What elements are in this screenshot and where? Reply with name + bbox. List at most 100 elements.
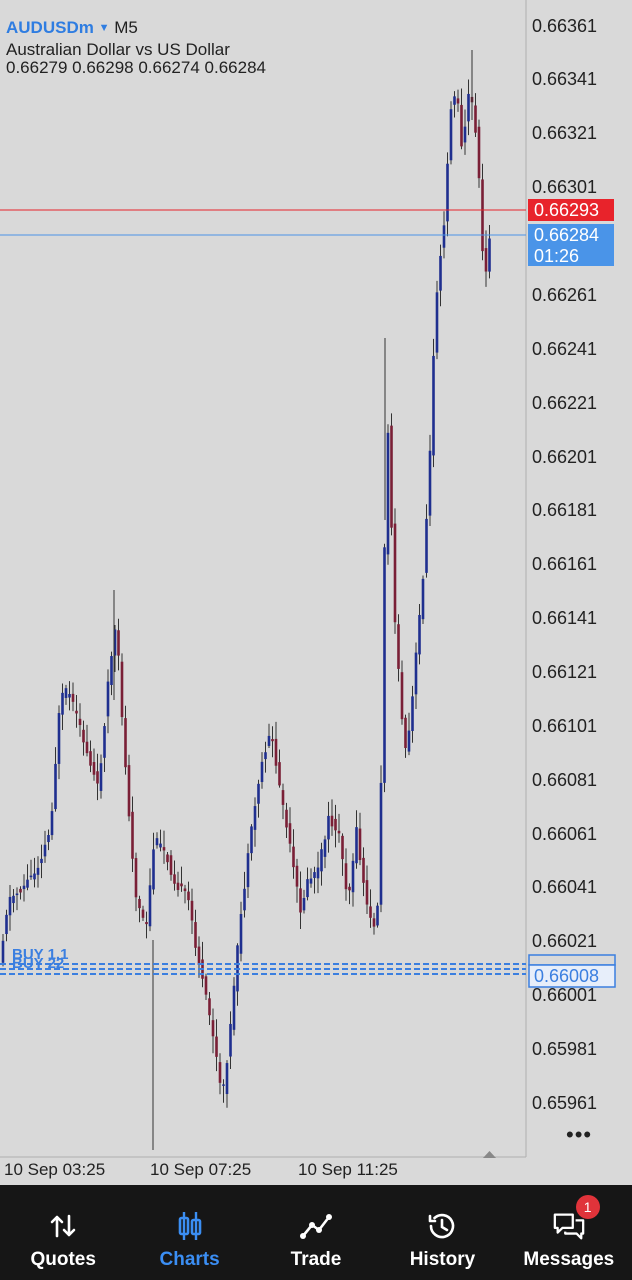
symbol-header[interactable]: AUDUSDm ▼ M5 [6, 18, 138, 38]
chart-shift-marker-icon[interactable] [483, 1151, 496, 1158]
candle-body [488, 238, 491, 272]
candle-body [446, 163, 449, 222]
charts-icon [173, 1209, 207, 1243]
chart-area[interactable]: BUY 1.1 BUY 22 0.66293 0.66284 01:26 0.6… [0, 0, 632, 1185]
candle-body [383, 547, 386, 783]
candle-body [148, 885, 152, 927]
candle-body [432, 355, 435, 456]
candle-body [75, 710, 78, 714]
nav-charts[interactable]: Charts [126, 1185, 252, 1280]
candle-body [82, 729, 85, 743]
candle-body [208, 998, 211, 1016]
candle-body [428, 450, 432, 516]
candle-body [474, 105, 477, 133]
candle-body [218, 1062, 222, 1083]
candle-body [292, 846, 295, 868]
candle-body [299, 888, 302, 913]
candle-body [341, 835, 344, 860]
candle-body [145, 922, 148, 925]
candle-body [152, 849, 155, 890]
more-options-icon[interactable]: ••• [566, 1122, 592, 1148]
candle-body [253, 806, 257, 830]
candle-body [64, 688, 68, 698]
candle-body [257, 783, 260, 804]
candle-body [379, 782, 383, 905]
candle-body [117, 630, 120, 656]
candle-body [159, 843, 162, 848]
candle-body [271, 739, 274, 742]
candle-body [232, 985, 236, 1030]
trade-icon [299, 1209, 333, 1243]
candle-body [12, 895, 15, 904]
candle-body [43, 844, 47, 857]
candle-body [15, 893, 19, 896]
price-axis-label: 0.66121 [532, 662, 598, 682]
candle-body [61, 692, 64, 715]
timeframe-label[interactable]: M5 [114, 18, 138, 37]
candle-body [22, 885, 26, 890]
candle-body [316, 867, 320, 879]
candle-body [131, 811, 134, 859]
candle-body [211, 1020, 215, 1037]
price-axis-label: 0.66161 [532, 554, 598, 574]
position-label[interactable]: BUY 22 [12, 955, 64, 972]
price-axis-label: 0.66221 [532, 393, 598, 413]
candle-body [68, 694, 71, 698]
candle-body [481, 179, 484, 252]
candle-body [337, 830, 341, 834]
nav-messages[interactable]: Messages 1 [506, 1185, 632, 1280]
candle-body [138, 898, 141, 909]
candle-body [85, 741, 89, 754]
nav-history[interactable]: History [379, 1185, 505, 1280]
candle-body [365, 880, 369, 905]
candle-body [421, 578, 425, 620]
nav-label: Charts [159, 1249, 220, 1270]
candle-body [92, 762, 96, 775]
nav-label: Quotes [30, 1249, 96, 1270]
candle-body [5, 914, 8, 935]
nav-trade[interactable]: Trade [253, 1185, 379, 1280]
candle-body [467, 93, 470, 122]
candle-body [418, 614, 421, 655]
price-axis-label: 0.66261 [532, 285, 598, 305]
candle-body [19, 888, 22, 893]
candle-body [78, 718, 82, 726]
candle-body [169, 855, 173, 875]
candle-body [484, 248, 488, 272]
candle-body [288, 823, 292, 844]
candle-body [1, 940, 5, 963]
candle-body [134, 858, 138, 898]
candle-body [173, 874, 176, 884]
candle-body [400, 672, 404, 720]
candle-body [180, 883, 183, 887]
candle-body [71, 693, 75, 702]
candle-body [348, 886, 351, 891]
nav-label: Trade [290, 1249, 342, 1270]
candle-body [460, 104, 463, 147]
candle-body [229, 1023, 232, 1057]
candle-body [358, 828, 362, 861]
candle-body [425, 518, 428, 573]
candle-body [449, 109, 453, 161]
price-axis-label: 0.66361 [532, 16, 598, 36]
candle-body [187, 891, 190, 901]
symbol-name[interactable]: AUDUSDm [6, 18, 94, 37]
candle-body [124, 718, 127, 768]
candle-body [89, 751, 92, 766]
time-axis-label: 10 Sep 03:25 [4, 1160, 106, 1179]
candle-body [260, 761, 264, 783]
candle-body [155, 838, 159, 846]
chevron-down-icon[interactable]: ▼ [99, 22, 110, 34]
candle-body [386, 432, 390, 555]
candle-body [330, 815, 334, 827]
price-axis-label: 0.66101 [532, 716, 598, 736]
candle-body [285, 809, 288, 828]
candle-body [393, 523, 397, 623]
candle-body [302, 898, 306, 911]
candle-body [110, 656, 113, 686]
candle-body [103, 726, 106, 758]
candle-body [463, 126, 467, 143]
nav-quotes[interactable]: Quotes [0, 1185, 126, 1280]
candle-body [372, 918, 376, 927]
candle-body [407, 730, 411, 752]
